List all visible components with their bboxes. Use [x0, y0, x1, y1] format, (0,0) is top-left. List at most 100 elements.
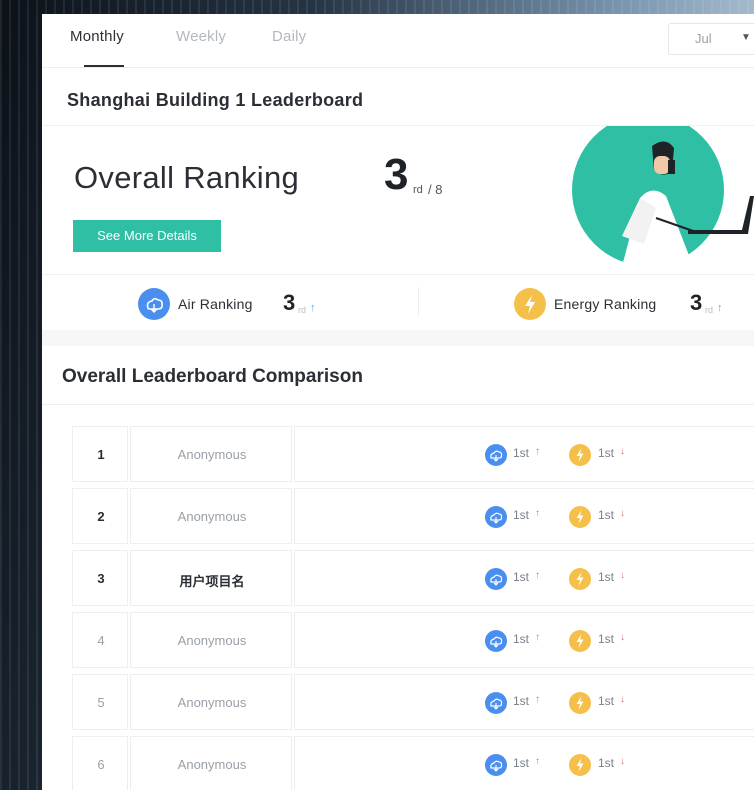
month-select[interactable]: Jul ▼ — [668, 23, 754, 55]
divider — [42, 404, 754, 405]
energy-rank: 1st — [598, 632, 615, 646]
tab-monthly[interactable]: Monthly — [70, 28, 124, 45]
lightning-bolt-icon — [514, 288, 546, 320]
lightning-bolt-icon — [569, 630, 591, 652]
trend-up-icon: ↑ — [535, 446, 540, 457]
rank-number: 5 — [97, 695, 105, 710]
air-ranking-suffix: rd — [298, 305, 307, 315]
leaderboard-comparison: Overall Leaderboard Comparison 1 Anonymo… — [42, 346, 754, 790]
rank-cell: 3 — [72, 550, 128, 606]
air-rank: 1st — [513, 756, 530, 770]
person-laptop-illustration — [572, 126, 754, 274]
air-cloud-icon — [485, 692, 507, 714]
air-rank: 1st — [513, 632, 530, 646]
air-cloud-icon — [138, 288, 170, 320]
table-row[interactable]: 4 Anonymous 1st ↑ 1st ↓ — [72, 612, 754, 668]
air-cloud-icon — [485, 444, 507, 466]
energy-ranking-value: 3 — [690, 290, 703, 315]
trend-up-icon: ↑ — [535, 632, 540, 643]
lightning-bolt-icon — [569, 506, 591, 528]
air-cloud-icon — [485, 630, 507, 652]
active-tab-indicator — [84, 65, 124, 67]
air-rank: 1st — [513, 508, 530, 522]
see-more-details-button[interactable]: See More Details — [73, 220, 221, 252]
stats-cell: 1st ↑ 1st ↓ — [294, 550, 754, 606]
divider — [418, 287, 419, 317]
air-rank: 1st — [513, 570, 530, 584]
trend-down-icon: ↓ — [620, 570, 625, 581]
energy-rank: 1st — [598, 446, 615, 460]
trend-up-icon: ↑ — [535, 570, 540, 581]
rank-number: 2 — [97, 509, 105, 524]
project-name: Anonymous — [177, 509, 247, 524]
project-name: 用户项目名 — [179, 574, 245, 589]
leaderboard-card: Monthly Weekly Daily Jul ▼ Shanghai Buil… — [42, 14, 754, 790]
table-row[interactable]: 1 Anonymous 1st ↑ 1st ↓ — [72, 426, 754, 482]
trend-up-icon: ↑ — [535, 694, 540, 705]
project-name: Anonymous — [177, 633, 247, 648]
energy-ranking-label: Energy Ranking — [554, 296, 657, 312]
air-rank: 1st — [513, 446, 530, 460]
lightning-bolt-icon — [569, 444, 591, 466]
name-cell: Anonymous — [130, 612, 292, 668]
lightning-bolt-icon — [569, 692, 591, 714]
name-cell: Anonymous — [130, 736, 292, 790]
lightning-bolt-icon — [569, 754, 591, 776]
stats-cell: 1st ↑ 1st ↓ — [294, 674, 754, 730]
air-cloud-icon — [485, 754, 507, 776]
air-ranking-value: 3 — [283, 290, 296, 315]
sub-rankings: Air Ranking 3 rd ↑ Energy Ranking 3 rd ↑ — [42, 274, 754, 330]
trend-up-icon: ↑ — [535, 756, 540, 767]
name-cell: Anonymous — [130, 426, 292, 482]
trend-down-icon: ↓ — [620, 694, 625, 705]
rank-cell: 4 — [72, 612, 128, 668]
air-rank: 1st — [513, 694, 530, 708]
trend-down-icon: ↓ — [620, 756, 625, 767]
trend-down-icon: ↓ — [620, 632, 625, 643]
table-row[interactable]: 3 用户项目名 1st ↑ 1st ↓ — [72, 550, 754, 606]
overall-rank-suffix: rd — [413, 184, 423, 196]
rank-number: 3 — [97, 571, 105, 586]
chevron-down-icon: ▼ — [741, 32, 751, 43]
overall-ranking-panel: Overall Ranking 3 rd / 8 See More Detail… — [42, 126, 754, 274]
tab-weekly[interactable]: Weekly — [176, 28, 226, 45]
energy-rank: 1st — [598, 570, 615, 584]
trend-up-icon: ↑ — [310, 302, 316, 314]
name-cell: 用户项目名 — [130, 550, 292, 606]
overall-rank-total: / 8 — [428, 182, 443, 197]
lightning-bolt-icon — [569, 568, 591, 590]
month-select-value: Jul — [695, 31, 712, 46]
project-name: Anonymous — [177, 447, 247, 462]
rank-cell: 5 — [72, 674, 128, 730]
stats-cell: 1st ↑ 1st ↓ — [294, 612, 754, 668]
name-cell: Anonymous — [130, 674, 292, 730]
name-cell: Anonymous — [130, 488, 292, 544]
period-tabs: Monthly Weekly Daily Jul ▼ — [42, 14, 754, 68]
table-row[interactable]: 5 Anonymous 1st ↑ 1st ↓ — [72, 674, 754, 730]
leaderboard-header: Shanghai Building 1 Leaderboard — [42, 68, 754, 126]
rank-number: 6 — [97, 757, 105, 772]
energy-rank: 1st — [598, 508, 615, 522]
air-cloud-icon — [485, 568, 507, 590]
comparison-title: Overall Leaderboard Comparison — [62, 366, 363, 387]
table-row[interactable]: 2 Anonymous 1st ↑ 1st ↓ — [72, 488, 754, 544]
energy-ranking-suffix: rd — [705, 305, 714, 315]
rank-cell: 6 — [72, 736, 128, 790]
stats-cell: 1st ↑ 1st ↓ — [294, 736, 754, 790]
rank-cell: 2 — [72, 488, 128, 544]
air-ranking-label: Air Ranking — [178, 296, 253, 312]
table-row[interactable]: 6 Anonymous 1st ↑ 1st ↓ — [72, 736, 754, 790]
overall-rank-value: 3 — [384, 150, 409, 199]
rank-cell: 1 — [72, 426, 128, 482]
air-cloud-icon — [485, 506, 507, 528]
energy-rank: 1st — [598, 694, 615, 708]
trend-up-icon: ↑ — [717, 302, 723, 314]
rank-number: 1 — [97, 447, 105, 462]
rank-number: 4 — [97, 633, 105, 648]
overall-ranking-label: Overall Ranking — [74, 160, 300, 195]
trend-up-icon: ↑ — [535, 508, 540, 519]
tab-daily[interactable]: Daily — [272, 28, 306, 45]
trend-down-icon: ↓ — [620, 446, 625, 457]
stats-cell: 1st ↑ 1st ↓ — [294, 488, 754, 544]
project-name: Anonymous — [177, 695, 247, 710]
